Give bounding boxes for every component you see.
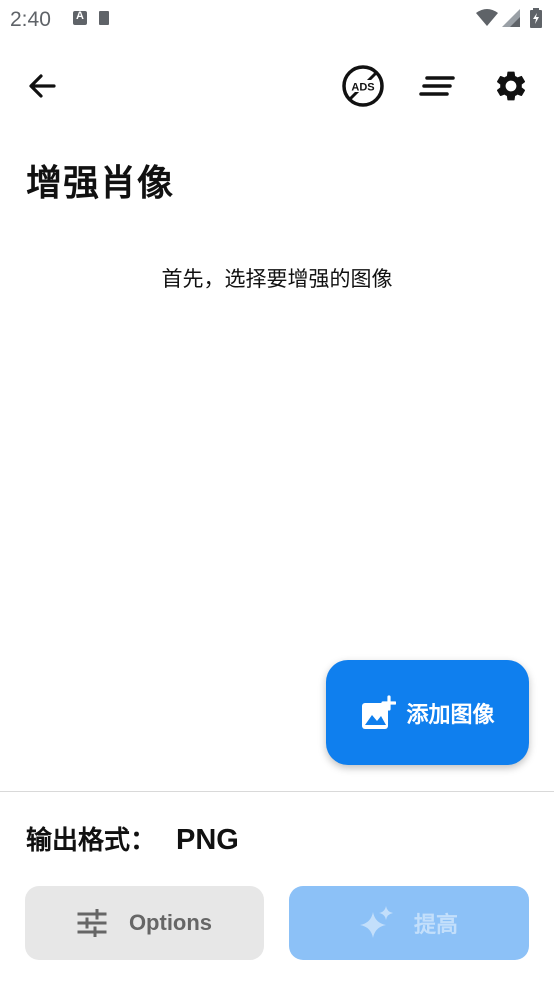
remove-ads-icon: ADS xyxy=(342,65,384,107)
sparkles-icon xyxy=(359,906,393,938)
output-format-label: 输出格式： xyxy=(26,826,157,856)
options-label: Options xyxy=(128,910,213,935)
enhance-label: 提高 xyxy=(413,913,458,938)
options-button[interactable]: Options xyxy=(25,886,264,960)
wifi-icon xyxy=(476,9,498,26)
battery-icon xyxy=(530,8,542,28)
empty-state-hint: 首先，选择要增强的图像 xyxy=(161,267,393,291)
sort-lines-icon xyxy=(419,76,455,96)
arrow-back-icon xyxy=(29,74,56,98)
back-button[interactable] xyxy=(18,62,66,110)
bottom-divider xyxy=(0,791,554,792)
status-bar: 2:40 xyxy=(0,0,554,40)
sort-button[interactable] xyxy=(413,62,461,110)
settings-button[interactable] xyxy=(487,62,535,110)
add-photo-icon xyxy=(362,694,397,729)
sd-card-icon xyxy=(99,11,109,25)
enhance-button[interactable]: 提高 xyxy=(289,886,529,960)
cell-signal-icon xyxy=(502,9,520,27)
svg-text:ADS: ADS xyxy=(351,82,374,94)
status-time: 2:40 xyxy=(10,8,51,31)
page-title: 增强肖像 xyxy=(26,163,175,204)
top-app-bar: ADS xyxy=(0,56,554,120)
add-image-fab[interactable]: 添加图像 xyxy=(326,660,529,765)
remove-ads-button[interactable]: ADS xyxy=(339,62,387,110)
keyboard-notification-icon xyxy=(73,10,87,25)
tune-sliders-icon xyxy=(77,909,107,937)
add-image-label: 添加图像 xyxy=(406,702,495,728)
output-format-row: 输出格式： PNG xyxy=(26,820,239,857)
gear-icon xyxy=(496,71,526,101)
output-format-value: PNG xyxy=(176,824,239,856)
